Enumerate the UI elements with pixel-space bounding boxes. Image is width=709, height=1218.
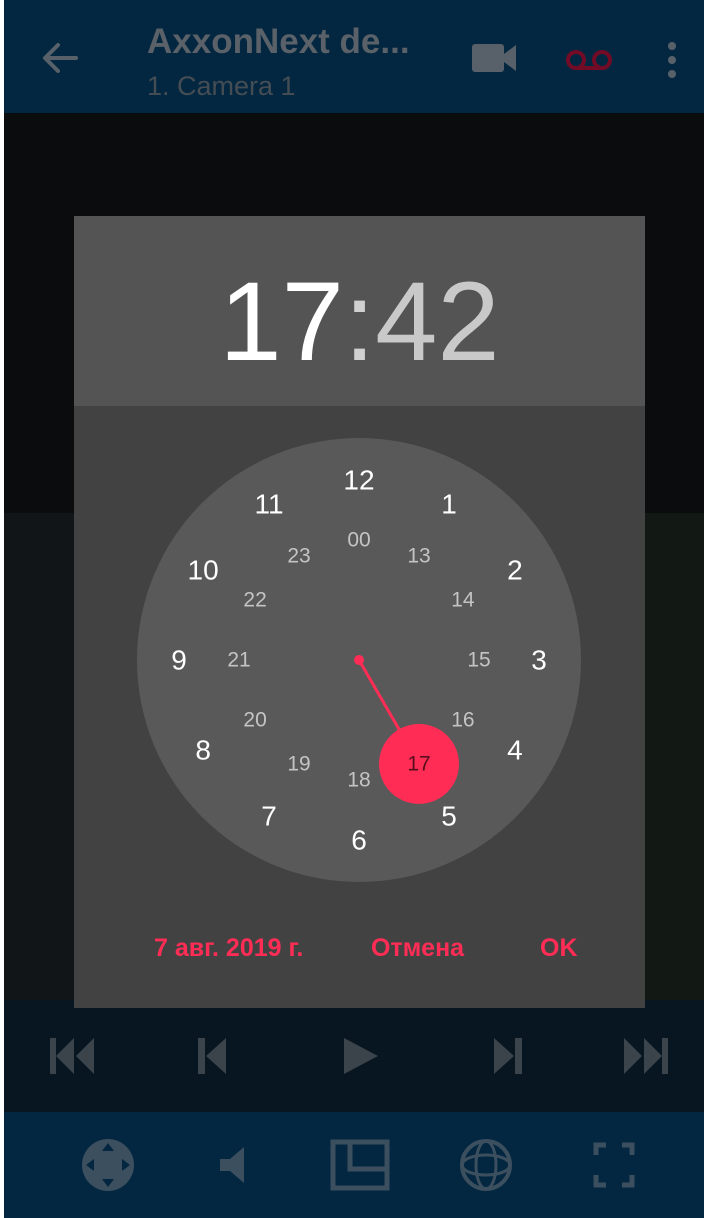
time-header: 17:42 xyxy=(74,216,645,406)
cancel-button[interactable]: Отмена xyxy=(371,928,464,968)
hours-value[interactable]: 17 xyxy=(219,259,344,384)
clock-number-inner[interactable]: 17 xyxy=(407,752,430,775)
clock-number-outer[interactable]: 4 xyxy=(507,735,523,766)
clock-number-outer[interactable]: 12 xyxy=(343,465,374,496)
ok-button[interactable]: OK xyxy=(540,928,578,968)
clock-number-inner[interactable]: 19 xyxy=(287,752,310,775)
clock-number-outer[interactable]: 11 xyxy=(254,489,283,520)
clock-number-outer[interactable]: 6 xyxy=(351,825,367,856)
clock-number-inner[interactable]: 16 xyxy=(451,709,474,732)
dialog-actions: 7 авг. 2019 г. Отмена OK xyxy=(74,928,645,988)
time-separator: : xyxy=(343,259,376,384)
time-picker-dialog: 17:42 12 1 2 3 4 5 6 7 8 9 10 11 00 13 14 15 16 17 18 19 20 2… xyxy=(74,216,645,1008)
minutes-value[interactable]: 42 xyxy=(375,259,500,384)
time-display: 17:42 xyxy=(74,252,645,392)
clock-number-outer[interactable]: 5 xyxy=(441,800,457,831)
clock-number-inner[interactable]: 13 xyxy=(407,545,430,568)
clock-number-outer[interactable]: 8 xyxy=(195,735,211,766)
screen: AxxonNext de... 1. Camera 1 17:42 12 1 2… xyxy=(4,0,704,1218)
clock-number-inner[interactable]: 14 xyxy=(451,589,475,612)
clock-number-outer[interactable]: 2 xyxy=(507,555,523,586)
clock-number-inner[interactable]: 15 xyxy=(467,649,490,672)
clock-number-outer[interactable]: 1 xyxy=(441,489,457,520)
clock-number-outer[interactable]: 3 xyxy=(531,645,547,676)
clock-number-outer[interactable]: 9 xyxy=(171,645,187,676)
clock-number-inner[interactable]: 22 xyxy=(243,589,266,612)
clock-number-outer[interactable]: 10 xyxy=(188,555,219,586)
clock-number-inner[interactable]: 18 xyxy=(347,769,370,792)
clock-number-inner[interactable]: 20 xyxy=(243,709,266,732)
clock-center-dot xyxy=(354,655,364,665)
clock-number-inner[interactable]: 23 xyxy=(287,545,310,568)
clock-number-inner[interactable]: 00 xyxy=(347,529,370,552)
clock-number-inner[interactable]: 21 xyxy=(227,649,250,672)
date-button[interactable]: 7 авг. 2019 г. xyxy=(154,928,303,968)
clock-face[interactable]: 121234567891011001314151617181920212223 xyxy=(137,438,581,882)
clock-number-outer[interactable]: 7 xyxy=(261,800,277,831)
